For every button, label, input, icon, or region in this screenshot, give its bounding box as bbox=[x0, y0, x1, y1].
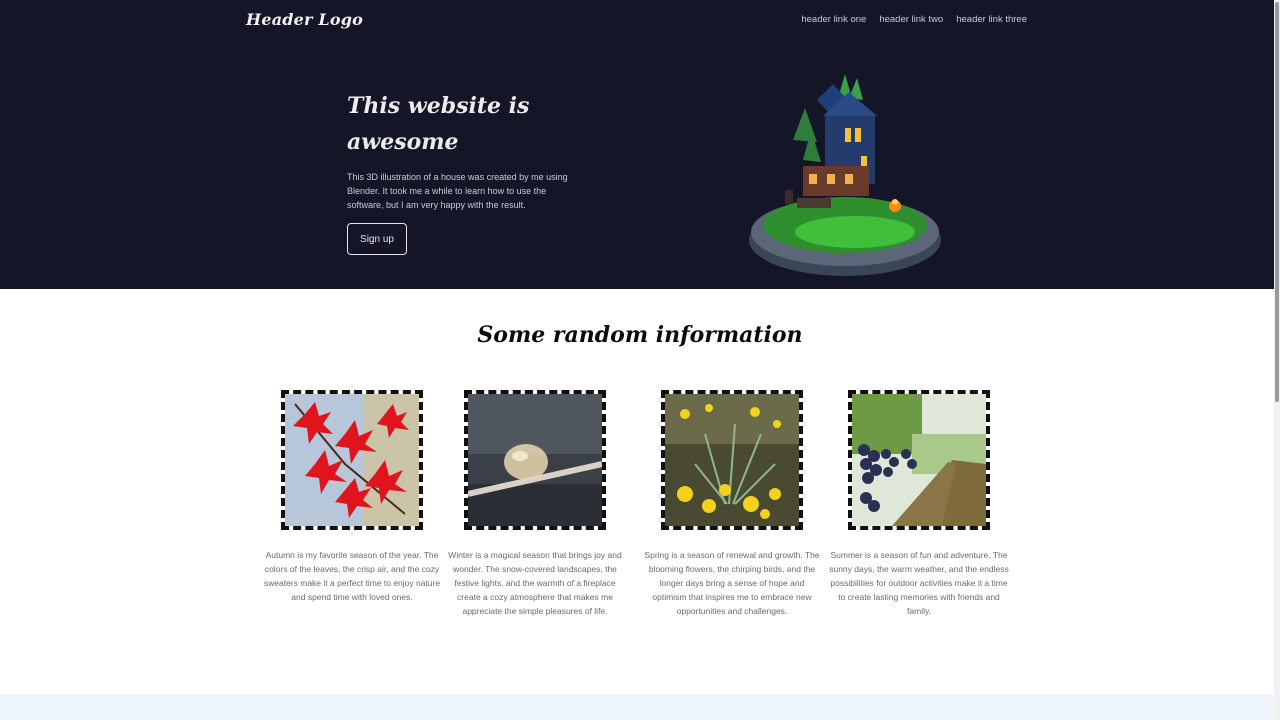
house-illustration bbox=[749, 74, 941, 276]
card-autumn: Autumn is my favorite season of the year… bbox=[262, 390, 442, 604]
summer-grapes-image bbox=[852, 394, 986, 526]
card-image-autumn bbox=[281, 390, 423, 530]
hero-section: Header Logo header link one header link … bbox=[0, 0, 1280, 289]
card-caption-winter: Winter is a magical season that brings j… bbox=[448, 550, 622, 616]
scrollbar-thumb[interactable] bbox=[1275, 2, 1279, 402]
card-summer: Summer is a season of fun and adventure.… bbox=[829, 390, 1009, 618]
header-logo[interactable]: Header Logo bbox=[246, 10, 363, 29]
card-image-winter bbox=[464, 390, 606, 530]
spring-flowers-image bbox=[665, 394, 799, 526]
footer-strip bbox=[0, 694, 1274, 720]
card-image-summer bbox=[848, 390, 990, 530]
header-link-two[interactable]: header link two bbox=[879, 14, 943, 25]
card-caption-spring: Spring is a season of renewal and growth… bbox=[644, 550, 820, 616]
signup-button[interactable]: Sign up bbox=[347, 223, 407, 255]
card-caption-summer: Summer is a season of fun and adventure.… bbox=[829, 550, 1009, 616]
card-spring: Spring is a season of renewal and growth… bbox=[642, 390, 822, 618]
header-nav: header link one header link two header l… bbox=[801, 14, 1027, 25]
header-link-one[interactable]: header link one bbox=[801, 14, 866, 25]
section-title: Some random information bbox=[477, 322, 803, 348]
page-scrollbar[interactable] bbox=[1274, 0, 1280, 720]
card-caption-autumn: Autumn is my favorite season of the year… bbox=[263, 550, 441, 602]
autumn-leaves-image bbox=[285, 394, 419, 526]
card-winter: Winter is a magical season that brings j… bbox=[445, 390, 625, 618]
hero-title: This website is awesome bbox=[347, 93, 530, 155]
hero-description: This 3D illustration of a house was crea… bbox=[347, 172, 568, 210]
card-image-spring bbox=[661, 390, 803, 530]
winter-bubble-image bbox=[468, 394, 602, 526]
header-link-three[interactable]: header link three bbox=[956, 14, 1027, 25]
